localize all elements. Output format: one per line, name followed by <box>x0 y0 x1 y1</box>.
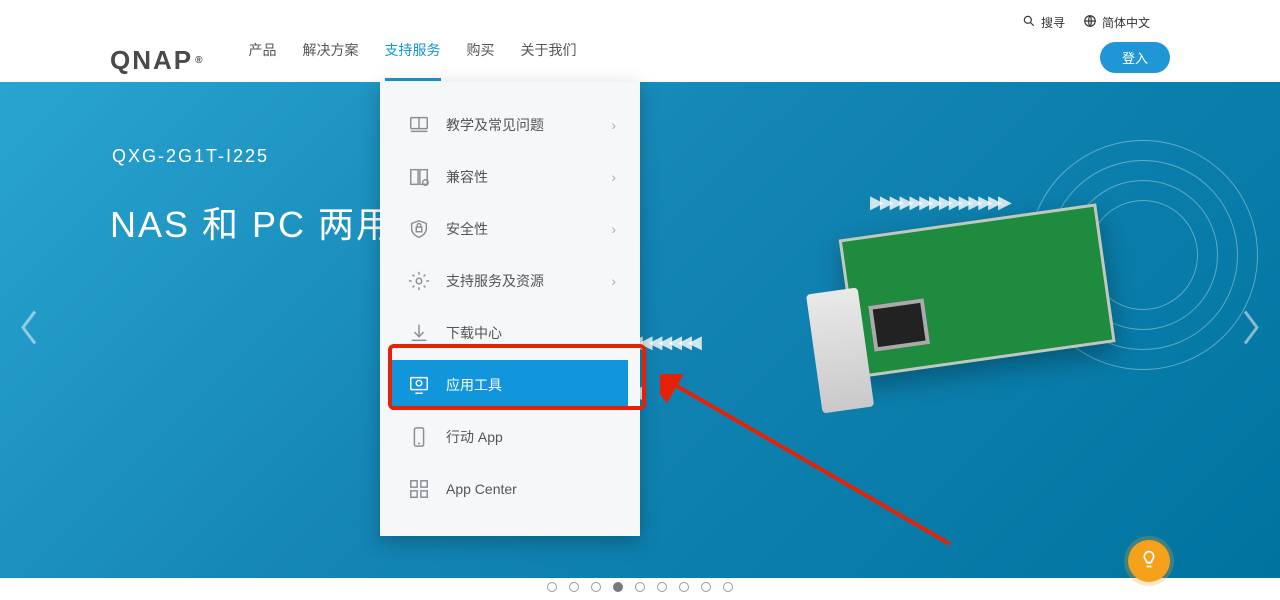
login-label: 登入 <box>1122 51 1148 66</box>
dropdown-item[interactable]: 教学及常见问题 › <box>392 100 628 150</box>
carousel-dot[interactable] <box>613 582 623 592</box>
dropdown-item[interactable]: 下载中心 <box>392 308 628 358</box>
chevron-right-icon: › <box>611 117 616 133</box>
dropdown-item-label: 教学及常见问题 <box>446 115 544 135</box>
login-button[interactable]: 登入 <box>1100 42 1170 73</box>
brand-text: QNAP <box>110 45 193 76</box>
dropdown-item-label: 下载中心 <box>446 323 502 343</box>
app-monitor-icon <box>406 372 432 398</box>
carousel-dots <box>547 582 733 592</box>
hero-model-code: QXG-2G1T-I225 <box>112 146 269 167</box>
dropdown-item[interactable]: 兼容性 › <box>392 152 628 202</box>
main-nav: 产品解决方案支持服务购买关于我们 <box>249 40 577 81</box>
globe-icon <box>1083 14 1097 31</box>
dropdown-item-label: 行动 App <box>446 427 503 447</box>
carousel-dot[interactable] <box>591 582 601 592</box>
carousel-dot[interactable] <box>635 582 645 592</box>
dropdown-item-label: 兼容性 <box>446 167 488 187</box>
language-switcher[interactable]: 简体中文 <box>1083 14 1150 31</box>
brand-registered: ® <box>195 55 204 66</box>
monitor-book-icon <box>406 112 432 138</box>
carousel-dot[interactable] <box>547 582 557 592</box>
nav-item[interactable]: 支持服务 <box>385 40 441 81</box>
dropdown-item-label: 安全性 <box>446 219 488 239</box>
nav-item[interactable]: 购买 <box>467 40 495 81</box>
carousel-dot[interactable] <box>657 582 667 592</box>
dropdown-item-label: 应用工具 <box>446 375 502 395</box>
dropdown-item[interactable]: 支持服务及资源 › <box>392 256 628 306</box>
nav-item[interactable]: 解决方案 <box>303 40 359 81</box>
dropdown-item-label: App Center <box>446 481 517 497</box>
grid-icon <box>406 476 432 502</box>
download-icon <box>406 320 432 346</box>
product-image <box>798 191 1143 434</box>
lightbulb-icon <box>1139 549 1159 574</box>
carousel-dot[interactable] <box>569 582 579 592</box>
dropdown-item[interactable]: 应用工具 <box>392 360 628 410</box>
mobile-icon <box>406 424 432 450</box>
carousel-dot[interactable] <box>679 582 689 592</box>
support-dropdown: 教学及常见问题 › 兼容性 › 安全性 › 支持服务及资源 › 下载中心应用工具行动 App Ap… <box>380 82 640 536</box>
server-check-icon <box>406 164 432 190</box>
search-link[interactable]: 搜寻 <box>1022 14 1065 31</box>
nav-item[interactable]: 产品 <box>249 40 277 81</box>
chevron-right-icon: › <box>611 221 616 237</box>
nav-item[interactable]: 关于我们 <box>521 40 577 81</box>
dropdown-item[interactable]: App Center <box>392 464 628 514</box>
shield-lock-icon <box>406 216 432 242</box>
dropdown-item[interactable]: 安全性 › <box>392 204 628 254</box>
search-label: 搜寻 <box>1041 14 1065 31</box>
language-label: 简体中文 <box>1102 14 1150 31</box>
main-header: QNAP ® 产品解决方案支持服务购买关于我们 <box>0 38 1280 82</box>
carousel-dot[interactable] <box>723 582 733 592</box>
carousel-dot[interactable] <box>701 582 711 592</box>
search-icon <box>1022 14 1036 31</box>
chevron-right-icon: › <box>611 273 616 289</box>
feedback-button[interactable] <box>1128 540 1170 582</box>
chevron-right-icon: › <box>611 169 616 185</box>
hero-carousel: QXG-2G1T-I225 NAS 和 PC 两用的 2 ◀◀◀◀◀◀◀◀◀◀◀… <box>0 82 1280 578</box>
brand-logo[interactable]: QNAP ® <box>110 45 205 76</box>
dropdown-item-label: 支持服务及资源 <box>446 271 544 291</box>
carousel-next[interactable] <box>1236 308 1266 353</box>
gear-icon <box>406 268 432 294</box>
dropdown-item[interactable]: 行动 App <box>392 412 628 462</box>
carousel-prev[interactable] <box>14 308 44 353</box>
